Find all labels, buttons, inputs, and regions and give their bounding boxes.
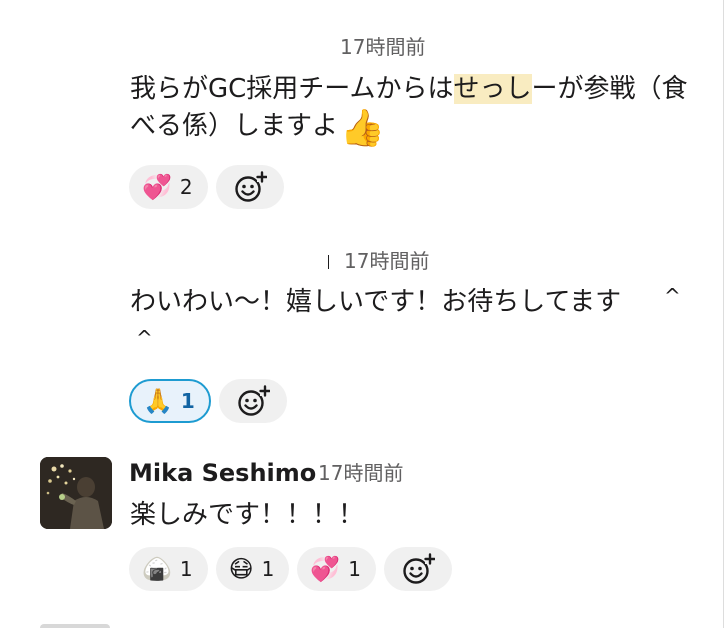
- folded-hands-icon: 🙏: [143, 387, 173, 415]
- reaction-count: 2: [179, 175, 193, 199]
- message-timestamp[interactable]: 17時間前: [340, 35, 425, 59]
- avatar[interactable]: [40, 457, 112, 529]
- reaction-count: 1: [179, 557, 193, 581]
- reaction-bandaged-face[interactable]: 😷 1: [215, 547, 290, 591]
- add-reaction-button[interactable]: [384, 547, 453, 591]
- reaction-rice-ball[interactable]: 🍙 1: [129, 547, 208, 591]
- highlighted-text: せっし: [453, 74, 532, 104]
- message-timestamp[interactable]: 17時間前: [344, 249, 429, 273]
- message-text: 楽しみです！！！！: [130, 500, 365, 530]
- reaction-folded-hands[interactable]: 🙏 1: [129, 379, 211, 423]
- reaction-revolving-hearts[interactable]: 💞 2: [129, 165, 208, 209]
- text-cursor: [328, 255, 329, 269]
- caret-symbol: ^: [136, 326, 153, 350]
- next-avatar-edge: [40, 624, 110, 628]
- reaction-revolving-hearts[interactable]: 💞 1: [297, 547, 377, 591]
- message-text: わいわい〜！嬉しいです！お待ちしてます: [130, 287, 622, 317]
- right-divider: [723, 0, 724, 628]
- avatar-image: [40, 457, 112, 529]
- rice-ball-icon: 🍙: [142, 555, 172, 583]
- add-reaction-button[interactable]: [215, 165, 284, 209]
- add-reaction-icon: [238, 385, 270, 416]
- reaction-bar: 🙏 1: [129, 379, 287, 423]
- caret-symbol: ^: [664, 284, 681, 308]
- reaction-count: 1: [261, 557, 275, 581]
- message-timestamp[interactable]: 17時間前: [318, 461, 403, 485]
- revolving-hearts-icon: 💞: [310, 555, 341, 583]
- reaction-bar: 🍙 1 😷 1 💞 1: [129, 547, 453, 591]
- revolving-hearts-icon: 💞: [142, 173, 172, 201]
- author-name[interactable]: Mika Seshimo: [129, 458, 316, 488]
- message-text: 我らがGC採用チームからはせっしーが参戦（食べる係）しますよ👍: [130, 71, 690, 147]
- add-reaction-button[interactable]: [218, 379, 287, 423]
- bandaged-face-icon: 😷: [228, 555, 254, 583]
- thumbs-up-emoji: 👍: [340, 108, 385, 149]
- add-reaction-icon: [234, 171, 267, 202]
- reaction-bar: 💞 2: [129, 165, 284, 209]
- reaction-count: 1: [180, 389, 195, 413]
- reaction-count: 1: [348, 557, 362, 581]
- message-text-part: 我らがGC採用チームからは: [130, 74, 454, 104]
- add-reaction-icon: [403, 553, 436, 584]
